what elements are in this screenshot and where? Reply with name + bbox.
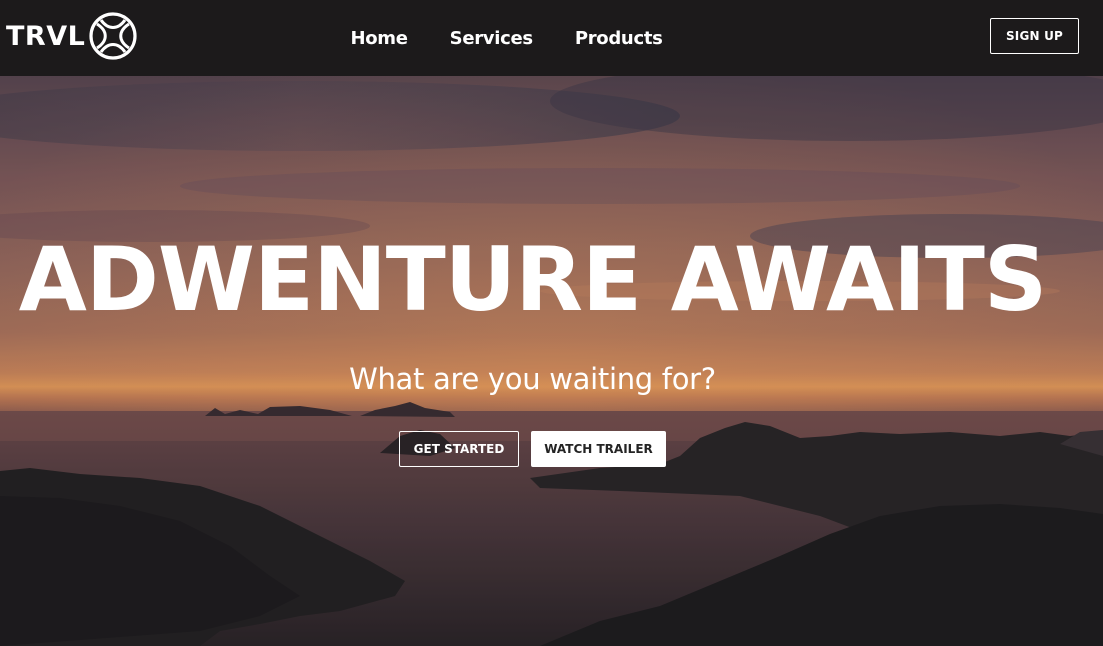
nav-item-services: Services — [429, 28, 554, 49]
hero-subtitle: What are you waiting for? — [349, 362, 716, 396]
nav-link-products[interactable]: Products — [554, 28, 684, 49]
get-started-button[interactable]: GET STARTED — [399, 431, 519, 467]
nav-link-services[interactable]: Services — [429, 28, 554, 49]
hero-title: ADWENTURE AWAITS — [18, 228, 1048, 331]
watch-trailer-button[interactable]: WATCH TRAILER — [531, 431, 666, 467]
hero-content: ADWENTURE AWAITS What are you waiting fo… — [0, 76, 1103, 646]
nav-item-home: Home — [329, 28, 428, 49]
nav-link-home[interactable]: Home — [329, 28, 428, 49]
navbar: TRVL Home Services Products SIGN UP — [0, 0, 1103, 76]
nav-item-products: Products — [554, 28, 684, 49]
hero-section: ADWENTURE AWAITS What are you waiting fo… — [0, 76, 1103, 646]
sign-up-button[interactable]: SIGN UP — [990, 18, 1079, 54]
hero-buttons: GET STARTED WATCH TRAILER — [399, 431, 666, 467]
nav-menu: Home Services Products — [0, 0, 1103, 76]
